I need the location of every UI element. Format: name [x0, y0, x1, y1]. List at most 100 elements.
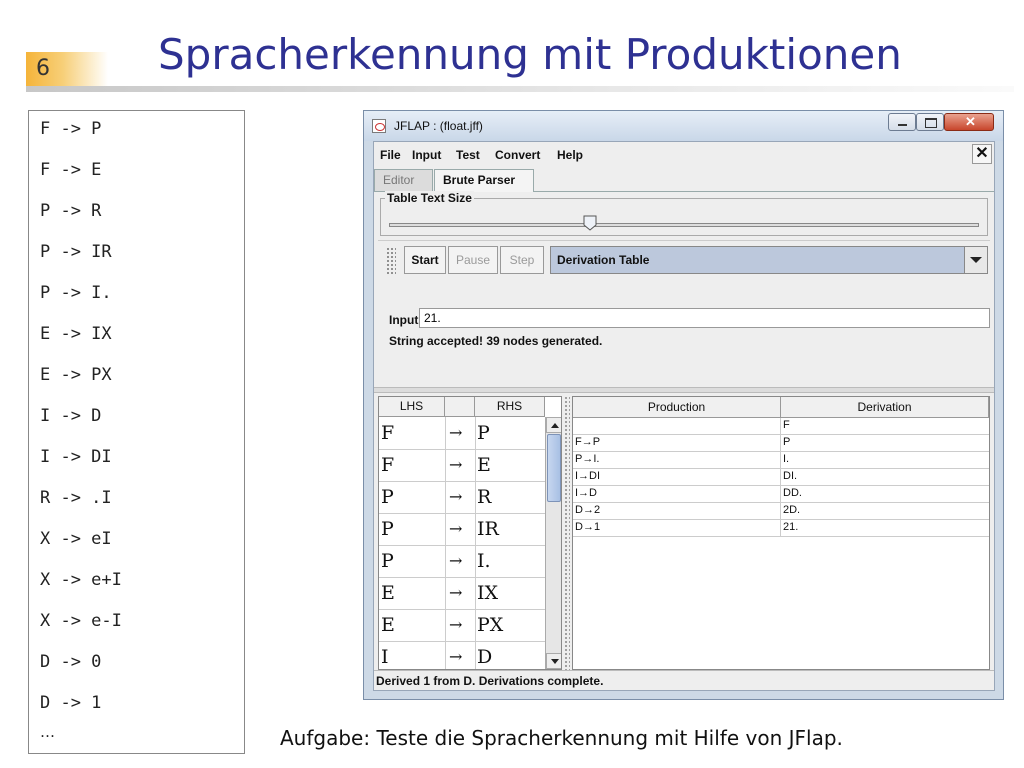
toolbar-grip-icon[interactable] [386, 247, 396, 275]
table-row[interactable]: F [573, 418, 989, 435]
table-text-size-label: Table Text Size [385, 191, 474, 205]
header-derivation[interactable]: Derivation [781, 397, 989, 418]
slide-caption: Aufgabe: Teste die Spracherkennung mit H… [280, 726, 843, 750]
grammar-table: LHS RHS F → P F → E P → R P → IR P → I. E → IX E → PX I → D [378, 396, 562, 670]
grammar-cell-arrow: → [449, 583, 463, 602]
title-underline [26, 86, 1014, 92]
split-divider[interactable] [374, 387, 994, 393]
close-tab-button[interactable]: ✕ [972, 144, 992, 164]
grammar-box: … F -> P F -> E P -> R P -> IR P -> I. E -> I… [28, 110, 245, 754]
header-lhs[interactable]: LHS [379, 397, 445, 417]
grammar-rule: E -> IX [40, 324, 112, 344]
grammar-cell-lhs: P [381, 518, 394, 540]
production-cell: D→1 [575, 521, 601, 533]
table-row[interactable]: P → R [379, 481, 545, 514]
grammar-cell-arrow: → [449, 487, 463, 506]
page-title: Spracherkennung mit Produktionen [158, 30, 902, 79]
production-cell: I→D [575, 487, 597, 499]
grammar-rule: P -> I. [40, 283, 112, 303]
grammar-cell-lhs: P [381, 550, 394, 572]
window-client: File Input Test Convert Help ✕ Editor Br… [373, 141, 995, 691]
grammar-rule: X -> e-I [40, 611, 122, 631]
table-text-size-slider[interactable] [389, 223, 979, 227]
table-row[interactable]: P → IR [379, 513, 545, 546]
production-cell: P→I. [575, 453, 600, 465]
table-row[interactable]: E → PX [379, 609, 545, 642]
menu-help[interactable]: Help [557, 148, 583, 162]
view-select[interactable]: Derivation Table [550, 246, 988, 274]
table-row[interactable]: D→1 21. [573, 520, 989, 537]
grammar-cell-rhs: IX [477, 582, 499, 604]
grammar-cell-arrow: → [449, 519, 463, 538]
grammar-cell-rhs: D [477, 646, 493, 668]
tab-editor[interactable]: Editor [374, 169, 433, 191]
grammar-cell-rhs: PX [477, 614, 504, 636]
table-row[interactable]: I→DI DI. [573, 469, 989, 486]
grammar-cell-rhs: R [477, 486, 492, 508]
grammar-cell-lhs: P [381, 486, 394, 508]
grammar-rule: D -> 1 [40, 693, 102, 713]
scroll-up-icon[interactable] [546, 417, 561, 433]
grammar-cell-rhs: I. [477, 550, 491, 572]
pause-button[interactable]: Pause [448, 246, 498, 274]
grammar-rule: E -> PX [40, 365, 112, 385]
header-rhs[interactable]: RHS [475, 397, 545, 417]
status-bar: Derived 1 from D. Derivations complete. [374, 670, 994, 691]
derivation-cell: P [783, 436, 791, 448]
menu-convert[interactable]: Convert [495, 148, 540, 162]
minimize-button[interactable] [888, 113, 916, 131]
table-row[interactable]: E → IX [379, 577, 545, 610]
grammar-rule: X -> e+I [40, 570, 122, 590]
window-close-button[interactable]: ✕ [944, 113, 994, 131]
grammar-cell-arrow: → [449, 455, 463, 474]
grammar-ellipsis: … [40, 723, 55, 741]
table-row[interactable]: F → P [379, 417, 545, 450]
window-titlebar[interactable]: JFLAP : (float.jff) ✕ [364, 111, 1003, 141]
grammar-rule: R -> .I [40, 488, 112, 508]
grammar-cell-arrow: → [449, 423, 463, 442]
grammar-scrollbar[interactable] [545, 417, 561, 669]
grammar-rule: F -> P [40, 119, 102, 139]
table-row[interactable]: P→I. I. [573, 452, 989, 469]
chevron-down-icon[interactable] [964, 247, 987, 273]
grammar-cell-rhs: E [477, 454, 491, 476]
grammar-rule: P -> R [40, 201, 102, 221]
start-button[interactable]: Start [404, 246, 446, 274]
table-row[interactable]: P → I. [379, 545, 545, 578]
slider-thumb[interactable] [583, 215, 597, 231]
scroll-thumb[interactable] [547, 434, 561, 502]
table-row[interactable]: F → E [379, 449, 545, 482]
header-production[interactable]: Production [573, 397, 781, 418]
derivation-table: Production Derivation F F→P P P→I. I. I→DI DI.… [572, 396, 990, 670]
production-cell: F→P [575, 436, 601, 448]
production-cell: D→2 [575, 504, 601, 516]
status-text: Derived 1 from D. Derivations complete. [376, 674, 604, 688]
table-row[interactable]: I → D [379, 641, 545, 669]
maximize-button[interactable] [916, 113, 944, 131]
menu-test[interactable]: Test [456, 148, 480, 162]
scroll-down-icon[interactable] [546, 653, 561, 669]
grammar-cell-rhs: P [477, 422, 490, 444]
header-arrow[interactable] [445, 397, 475, 417]
grammar-cell-lhs: F [381, 454, 395, 476]
menu-bar: File Input Test Convert Help ✕ [374, 142, 994, 166]
grammar-cell-arrow: → [449, 647, 463, 666]
menu-file[interactable]: File [380, 148, 401, 162]
grammar-rule: F -> E [40, 160, 102, 180]
derivation-cell: DI. [783, 470, 798, 482]
step-button[interactable]: Step [500, 246, 544, 274]
input-field[interactable]: 21. [419, 308, 990, 328]
grammar-cell-lhs: F [381, 422, 395, 444]
table-row[interactable]: D→2 2D. [573, 503, 989, 520]
grammar-rule: I -> D [40, 406, 102, 426]
split-grip-icon[interactable] [564, 396, 570, 670]
tab-bar: Editor Brute Parser [374, 169, 994, 192]
table-row[interactable]: F→P P [573, 435, 989, 452]
tab-brute-parser[interactable]: Brute Parser [434, 169, 534, 192]
table-row[interactable]: I→D DD. [573, 486, 989, 503]
close-icon: ✕ [965, 114, 976, 129]
grammar-rule: X -> eI [40, 529, 112, 549]
derivation-cell: 2D. [783, 504, 801, 516]
menu-input[interactable]: Input [412, 148, 441, 162]
grammar-cell-lhs: E [381, 614, 395, 636]
